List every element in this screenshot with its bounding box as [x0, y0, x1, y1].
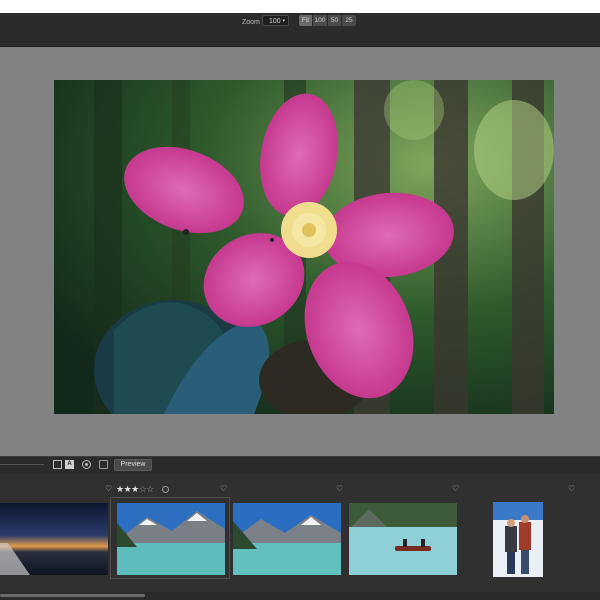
heart-outline-icon[interactable]: ♡ — [568, 485, 575, 493]
circle-icon[interactable] — [82, 460, 91, 469]
zoom-fit-button[interactable]: Fit — [299, 15, 313, 26]
zoom-label: Zoom — [242, 19, 260, 26]
thumbnail-couple-snow[interactable] — [493, 502, 543, 577]
thumbnail-lake-canoe[interactable] — [349, 503, 457, 575]
chevron-down-icon: ▾ — [282, 18, 285, 24]
zoom-dropdown[interactable]: 100 ▾ — [262, 15, 289, 26]
zoom-dropdown-value: 100 — [269, 18, 281, 25]
main-photo[interactable] — [54, 80, 554, 414]
rating-stars-off: ☆☆ — [138, 484, 155, 494]
thumbnail-mountain-lake[interactable] — [117, 503, 225, 575]
heart-outline-icon[interactable]: ♡ — [220, 485, 227, 493]
preview-button[interactable]: Preview — [114, 459, 152, 471]
reject-circle-icon[interactable] — [162, 486, 169, 493]
heart-outline-icon[interactable]: ♡ — [452, 485, 459, 493]
zoom-25-button[interactable]: 25 — [342, 15, 356, 26]
divider — [0, 464, 44, 465]
rating-stars-on: ★★★ — [116, 484, 139, 494]
a-badge-icon[interactable]: A — [65, 460, 74, 469]
heart-outline-icon[interactable]: ♡ — [336, 485, 343, 493]
zoom-50-button[interactable]: 50 — [328, 15, 342, 26]
rating-stars[interactable]: ★★★☆☆ — [116, 484, 154, 494]
window-top-strip — [0, 0, 600, 13]
doc-icon[interactable] — [99, 460, 108, 469]
square-icon[interactable] — [53, 460, 62, 469]
heart-outline-icon[interactable]: ♡ — [105, 485, 112, 493]
thumbnail-mountain-lake-2[interactable] — [233, 503, 341, 575]
zoom-preset-group: Fit 100 50 25 — [299, 15, 356, 26]
zoom-100-button[interactable]: 100 — [313, 15, 328, 26]
thumbnail-sunset-pier[interactable] — [0, 503, 108, 575]
filmstrip-scrollbar-thumb[interactable] — [0, 594, 145, 597]
